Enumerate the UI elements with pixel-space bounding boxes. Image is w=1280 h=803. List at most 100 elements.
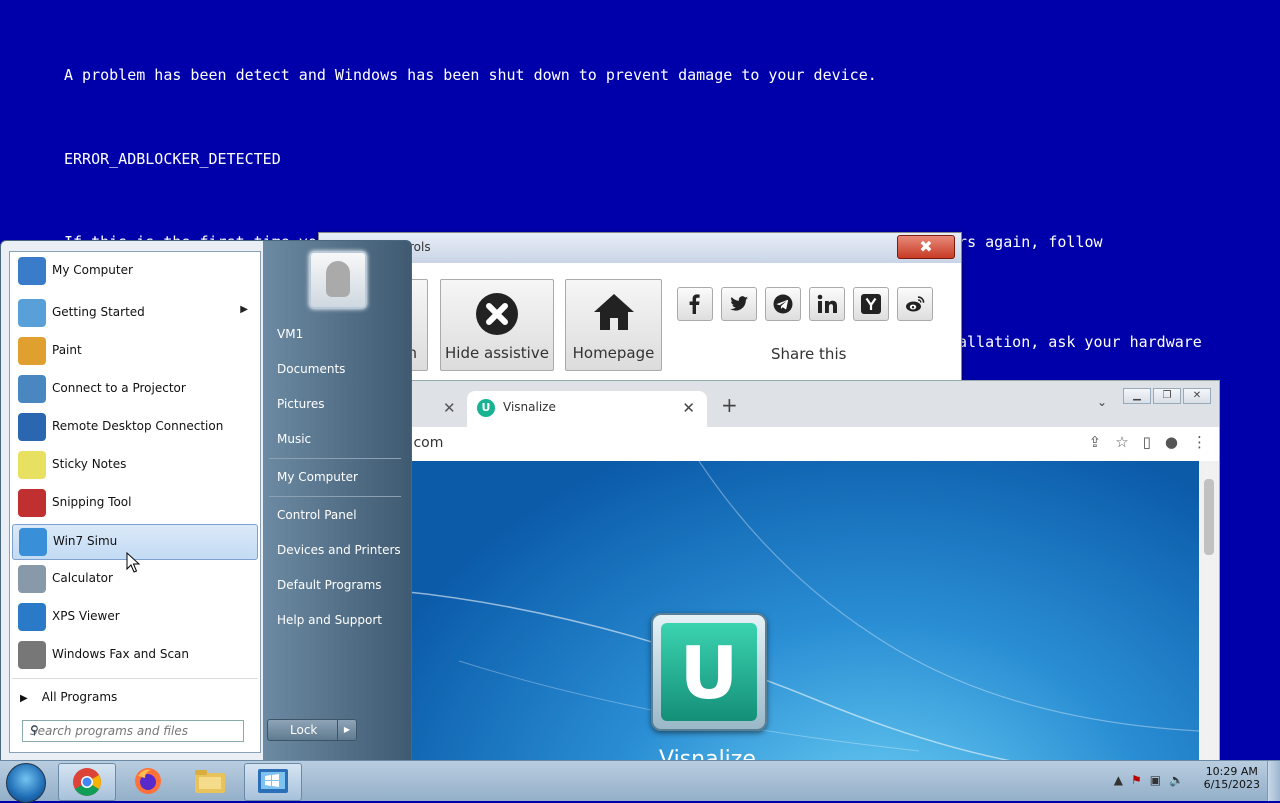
program-getting-started[interactable]: Getting Started ▶ <box>12 296 256 330</box>
bsod-error-code: ERROR_ADBLOCKER_DETECTED <box>64 150 281 168</box>
volume-muted-icon[interactable]: 🔈 <box>1169 773 1184 787</box>
link-control-panel[interactable]: Control Panel <box>277 508 357 522</box>
lock-button[interactable]: Lock ▶ <box>267 719 357 741</box>
lock-label: Lock <box>290 723 318 737</box>
tab-close-icon[interactable]: ✕ <box>682 399 695 417</box>
projector-icon <box>18 375 46 403</box>
telegram-icon[interactable] <box>765 287 801 321</box>
url-text[interactable]: .com <box>409 435 443 451</box>
weibo-icon[interactable] <box>897 287 933 321</box>
play-arrow-icon: ▶ <box>20 693 28 704</box>
paint-icon <box>18 337 46 365</box>
scroll-thumb[interactable] <box>1204 479 1214 555</box>
shutdown-options-arrow-icon[interactable]: ▶ <box>337 720 356 740</box>
bookmark-star-icon[interactable]: ☆ <box>1115 433 1128 451</box>
assistive-title: rols <box>409 240 431 254</box>
share-this-label: Share this <box>771 345 847 363</box>
visnalize-favicon: U <box>477 399 495 417</box>
divider <box>269 458 401 459</box>
tab-title: Visnalize <box>503 400 556 414</box>
assistive-close-button[interactable]: ✖ <box>897 235 955 259</box>
link-user[interactable]: VM1 <box>277 327 303 341</box>
previous-tab-close-icon[interactable]: ✕ <box>443 399 456 417</box>
program-fax-scan[interactable]: Windows Fax and Scan <box>12 638 256 672</box>
program-my-computer[interactable]: My Computer <box>12 254 256 288</box>
program-label: Windows Fax and Scan <box>52 647 190 661</box>
win7simu-icon <box>19 528 47 556</box>
clock-date: 6/15/2023 <box>1203 778 1260 791</box>
link-documents[interactable]: Documents <box>277 362 345 376</box>
program-label: Calculator <box>52 571 113 585</box>
taskbar-win7simu[interactable] <box>244 763 302 801</box>
search-icon[interactable]: ⚲ <box>30 723 238 737</box>
show-hidden-icons-chevron-icon[interactable]: ▲ <box>1114 773 1123 787</box>
close-window-button[interactable]: ✕ <box>1183 388 1211 404</box>
assistive-title-bar[interactable]: rols ✖ <box>319 233 961 263</box>
taskbar-firefox[interactable] <box>120 763 176 799</box>
ycombinator-icon[interactable] <box>853 287 889 321</box>
program-label: Remote Desktop Connection <box>52 419 224 433</box>
homepage-button[interactable]: Homepage <box>565 279 662 371</box>
page-viewport: U Visnalize <box>399 461 1199 771</box>
action-center-flag-icon[interactable]: ⚑ <box>1131 773 1142 787</box>
taskbar-explorer[interactable] <box>182 763 238 799</box>
all-programs-button[interactable]: ▶ All Programs <box>20 690 117 704</box>
visnalize-logo[interactable]: U <box>651 613 767 731</box>
taskbar-chrome[interactable] <box>58 763 116 801</box>
toolbar-icons: ⇪ ☆ ▯ ● ⋮ <box>1075 433 1207 451</box>
program-xps-viewer[interactable]: XPS Viewer <box>12 600 256 634</box>
hide-assistive-button[interactable]: Hide assistive <box>440 279 554 371</box>
fax-icon <box>18 641 46 669</box>
firefox-icon <box>135 768 161 794</box>
taskbar: ▲ ⚑ ▣ 🔈 10:29 AM 6/15/2023 <box>0 760 1280 803</box>
new-tab-button[interactable]: + <box>721 393 738 417</box>
linkedin-icon[interactable] <box>809 287 845 321</box>
menu-kebab-icon[interactable]: ⋮ <box>1192 433 1207 451</box>
bsod-text-line: A problem has been detect and Windows ha… <box>64 66 877 84</box>
maximize-button[interactable]: ❐ <box>1153 388 1181 404</box>
win7simu-icon <box>258 769 288 793</box>
sticky-notes-icon <box>18 451 46 479</box>
link-music[interactable]: Music <box>277 432 311 446</box>
link-default-programs[interactable]: Default Programs <box>277 578 382 592</box>
program-sticky-notes[interactable]: Sticky Notes <box>12 448 256 482</box>
link-my-computer[interactable]: My Computer <box>277 470 358 484</box>
calculator-icon <box>18 565 46 593</box>
address-bar[interactable]: .com ⇪ ☆ ▯ ● ⋮ <box>399 427 1219 461</box>
computer-icon <box>18 257 46 285</box>
search-programs-input[interactable]: Search programs and files ⚲ <box>22 720 244 742</box>
minimize-button[interactable]: ▁ <box>1123 388 1151 404</box>
user-avatar[interactable] <box>309 251 367 309</box>
facebook-icon[interactable] <box>677 287 713 321</box>
program-paint[interactable]: Paint <box>12 334 256 368</box>
programs-pane: My Computer Getting Started ▶ Paint Conne… <box>9 251 261 753</box>
program-label: Sticky Notes <box>52 457 127 471</box>
vertical-scrollbar[interactable] <box>1199 461 1219 771</box>
tab-visnalize[interactable]: U Visnalize ✕ <box>467 391 707 427</box>
twitter-icon[interactable] <box>721 287 757 321</box>
side-panel-icon[interactable]: ▯ <box>1143 433 1151 451</box>
link-pictures[interactable]: Pictures <box>277 397 325 411</box>
explorer-icon <box>195 770 225 793</box>
divider <box>269 496 401 497</box>
wallpaper-swirl <box>399 461 1199 771</box>
program-connect-projector[interactable]: Connect to a Projector <box>12 372 256 406</box>
link-help-support[interactable]: Help and Support <box>277 613 382 627</box>
share-icon[interactable]: ⇪ <box>1089 433 1102 451</box>
clock-time: 10:29 AM <box>1205 765 1258 778</box>
program-label: Snipping Tool <box>52 495 132 509</box>
start-orb-icon[interactable] <box>6 763 46 803</box>
bsod-text-line: allation, ask your hardware <box>958 333 1202 351</box>
clock[interactable]: 10:29 AM 6/15/2023 <box>1204 765 1260 791</box>
tab-search-chevron-icon[interactable]: ⌄ <box>1097 395 1107 409</box>
program-label: Getting Started <box>52 305 145 319</box>
show-desktop-button[interactable] <box>1267 761 1280 801</box>
link-devices-printers[interactable]: Devices and Printers <box>277 543 401 557</box>
network-icon[interactable]: ▣ <box>1150 773 1161 787</box>
program-snipping-tool[interactable]: Snipping Tool <box>12 486 256 520</box>
profile-icon[interactable]: ● <box>1165 433 1178 451</box>
program-remote-desktop[interactable]: Remote Desktop Connection <box>12 410 256 444</box>
close-circle-icon <box>476 293 518 335</box>
program-label: Win7 Simu <box>53 534 118 548</box>
homepage-label: Homepage <box>572 344 655 362</box>
